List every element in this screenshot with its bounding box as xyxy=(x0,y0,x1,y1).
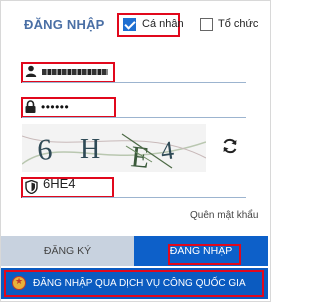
highlight-login-button xyxy=(168,244,241,265)
user-icon xyxy=(25,65,37,80)
highlight-national-login xyxy=(4,270,264,297)
svg-text:E: E xyxy=(129,140,151,172)
lock-icon xyxy=(25,100,36,116)
password-input[interactable]: •••••• xyxy=(41,100,69,114)
organization-checkbox[interactable] xyxy=(200,18,213,31)
forgot-password-link[interactable]: Quên mật khẩu xyxy=(190,210,258,221)
individual-checkbox[interactable] xyxy=(123,18,136,31)
captcha-input[interactable]: 6HE4 xyxy=(43,176,76,191)
register-button[interactable]: ĐĂNG KÝ xyxy=(1,236,134,266)
captcha-underline xyxy=(22,197,246,198)
individual-label[interactable]: Cá nhân xyxy=(142,18,184,30)
password-underline xyxy=(22,117,246,118)
organization-label[interactable]: Tổ chức xyxy=(218,18,258,30)
svg-text:H: H xyxy=(80,134,100,165)
svg-text:6: 6 xyxy=(36,133,53,167)
shield-icon xyxy=(25,179,38,197)
captcha-image: 6 H E 4 xyxy=(22,124,206,172)
refresh-icon[interactable] xyxy=(221,137,239,155)
username-underline xyxy=(22,82,246,83)
username-input[interactable] xyxy=(42,69,108,75)
page-title: ĐĂNG NHẬP xyxy=(24,17,105,32)
